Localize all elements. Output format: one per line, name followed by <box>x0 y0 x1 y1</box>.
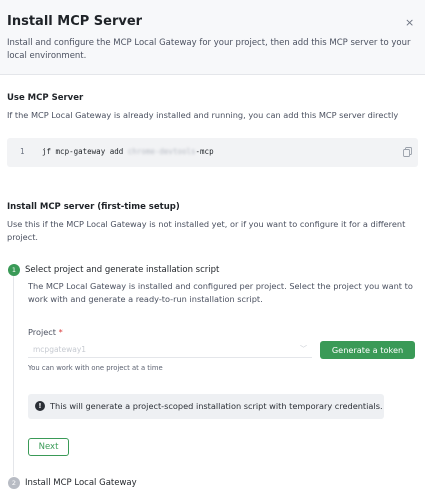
copy-icon[interactable] <box>403 147 412 157</box>
info-text: This will generate a project-scoped inst… <box>50 401 383 411</box>
project-label-text: Project <box>28 327 57 337</box>
step-number-2: 2 <box>8 477 20 489</box>
info-banner: ! This will generate a project-scoped in… <box>28 394 384 419</box>
modal-subtitle: Install and configure the MCP Local Gate… <box>7 38 411 61</box>
project-label: Project * <box>28 327 63 337</box>
step-description-1: The MCP Local Gateway is installed and c… <box>28 281 413 304</box>
chevron-down-icon: ﹀ <box>300 345 307 353</box>
use-section-title: Use MCP Server <box>7 93 84 103</box>
install-section-description: Use this if the MCP Local Gateway is not… <box>7 219 406 242</box>
code-command[interactable]: jf mcp-gateway add chrome-devtools-mcp <box>42 147 214 156</box>
project-select[interactable]: mcpgateway1 ﹀ <box>28 342 312 358</box>
step-number-1: 1 <box>8 264 20 276</box>
close-icon[interactable]: × <box>405 16 414 29</box>
next-button[interactable]: Next <box>28 438 69 456</box>
code-command-prefix: jf mcp-gateway add <box>42 147 128 156</box>
code-server-name: chrome-devtools <box>127 147 196 156</box>
code-line-number: 1 <box>20 147 25 156</box>
project-hint: You can work with one project at a time <box>28 364 163 372</box>
modal-title: Install MCP Server <box>7 14 143 29</box>
modal-header: Install MCP Server × Install and configu… <box>0 0 425 75</box>
install-section-title: Install MCP server (first-time setup) <box>7 202 180 212</box>
project-select-value: mcpgateway1 <box>33 345 87 354</box>
code-command-suffix: -mcp <box>195 147 214 156</box>
generate-token-button[interactable]: Generate a token <box>320 341 415 359</box>
step-connector-line <box>13 276 14 476</box>
required-mark: * <box>58 327 63 337</box>
step-title-2[interactable]: Install MCP Local Gateway <box>25 478 137 488</box>
info-icon: ! <box>35 401 45 411</box>
step-title-1[interactable]: Select project and generate installation… <box>25 265 219 275</box>
code-block: 1 jf mcp-gateway add chrome-devtools-mcp <box>7 138 418 167</box>
use-section-description: If the MCP Local Gateway is already inst… <box>7 110 399 120</box>
